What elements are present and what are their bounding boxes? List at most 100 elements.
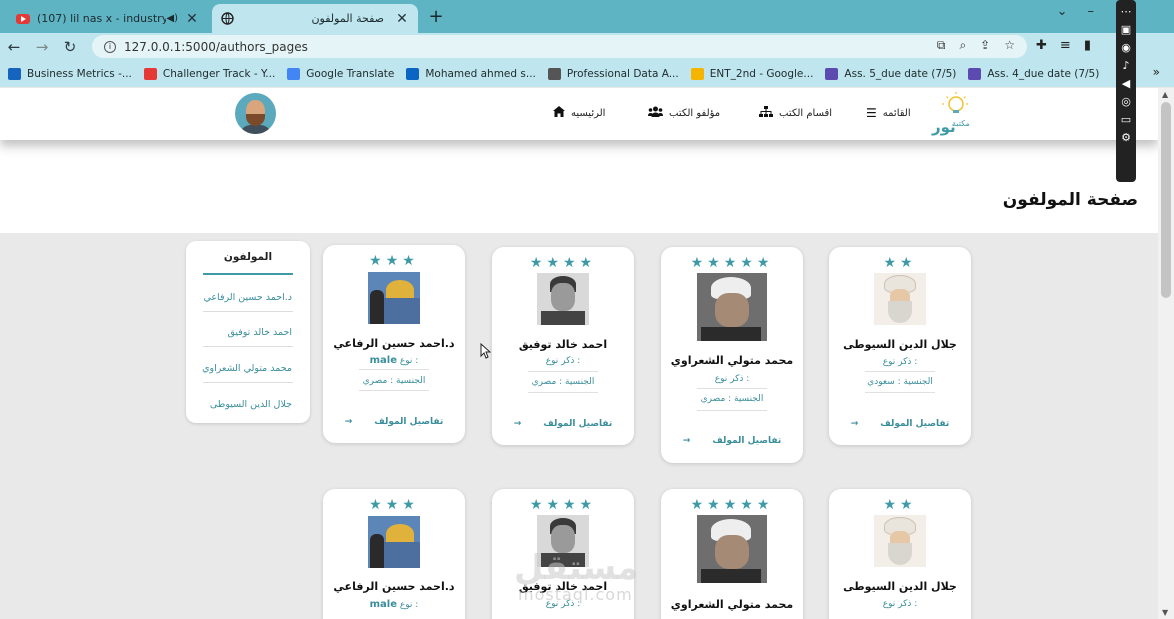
bookmark-item[interactable]: Ass. 5_due date (7/5)	[825, 68, 956, 80]
tab-title: صفحة المولفون	[311, 12, 384, 25]
bars-icon: ☰	[866, 106, 877, 120]
sidebar-underline	[203, 273, 293, 275]
author-details-link[interactable]: → تفاصيل المولف	[829, 419, 971, 429]
address-bar[interactable]: i 127.0.0.1:5000/authors_pages ⧉ ⌕ ⇪ ☆	[92, 35, 1027, 58]
new-tab-button[interactable]: +	[424, 6, 448, 27]
nav-menu[interactable]: ☰ القائمه	[866, 106, 911, 120]
card-divider	[697, 388, 767, 389]
more-icon[interactable]: ⋯	[1120, 6, 1132, 18]
back-icon[interactable]: ←	[0, 38, 28, 56]
author-card[interactable]: ★★★ د.احمد حسين الرفاعي male نوع : الجنس…	[323, 245, 465, 443]
author-name: احمد خالد توفيق	[518, 338, 608, 351]
author-nationality: الجنسية : مصري	[531, 377, 595, 387]
rating-stars: ★★★★	[529, 497, 597, 513]
record-icon[interactable]: ◉	[1120, 42, 1132, 54]
author-photo	[697, 515, 767, 583]
screen-recorder-toolbar: ⋯ ▣ ◉ ♪ ◀ ◎ ▭ ⚙	[1116, 0, 1136, 182]
sidebar-item-shaarawi[interactable]: محمد متولي الشعراوي	[202, 363, 292, 374]
webcam-icon[interactable]: ◎	[1120, 96, 1132, 108]
author-card[interactable]: ★★★★ احمد خالد توفيق ذكر نوع : الجنسية :…	[492, 247, 634, 445]
bookmarks-overflow-icon[interactable]: »	[1153, 65, 1160, 79]
sitemap-icon	[759, 106, 773, 121]
author-card[interactable]: ★★★★★ محمد متولي الشعراوي	[661, 489, 803, 619]
rating-stars: ★★★	[369, 253, 419, 269]
bookmark-item[interactable]: Mohamed ahmed s...	[406, 68, 536, 80]
nav-authors[interactable]: مؤلفو الكتب	[648, 106, 720, 120]
page-title-area: صفحة المولفون	[0, 140, 1158, 233]
gear-icon[interactable]: ⚙	[1120, 132, 1132, 144]
author-type: ذكر نوع :	[545, 356, 581, 366]
rating-stars: ★★★★★	[690, 255, 774, 271]
author-card[interactable]: ★★★ د.احمد حسين الرفاعي male نوع :	[323, 489, 465, 619]
bookmark-item[interactable]: Challenger Track - Y...	[143, 68, 275, 80]
sidebar-item-suyuti[interactable]: جلال الدين السيوطى	[210, 399, 292, 410]
sidebar-item-tawfik[interactable]: احمد خالد توفيق	[227, 327, 292, 338]
forward-icon[interactable]: →	[28, 38, 56, 56]
translate-icon[interactable]: ⧉	[937, 38, 946, 53]
share-icon[interactable]: ⇪	[980, 38, 990, 53]
sidebar-item-rifai[interactable]: د.احمد حسين الرفاعي	[203, 292, 292, 303]
bookmark-item[interactable]: ENT_2nd - Google...	[690, 68, 813, 80]
author-nationality: الجنسية : سعودي	[867, 377, 933, 387]
author-card[interactable]: ★★ جلال الدين السيوطى ذكر نوع :	[829, 489, 971, 619]
globe-icon	[220, 12, 234, 26]
scroll-down-icon[interactable]: ▼	[1162, 608, 1168, 617]
bookmark-item[interactable]: Google Translate	[287, 68, 394, 80]
extensions-area: ✚ ≡ ▮	[1036, 38, 1091, 53]
author-name: د.احمد حسين الرفاعي	[333, 580, 455, 593]
mouse-cursor-icon	[480, 343, 491, 359]
author-card[interactable]: ★★★★★ محمد متولي الشعراوي ذكر نوع : الجن…	[661, 247, 803, 463]
omnibox-actions: ⧉ ⌕ ⇪ ☆	[937, 38, 1015, 53]
card-divider	[528, 392, 598, 393]
card-divider	[359, 390, 429, 391]
rating-stars: ★★★	[369, 497, 419, 513]
scroll-up-icon[interactable]: ▲	[1162, 90, 1168, 99]
page-scrollbar[interactable]: ▲ ▼	[1158, 88, 1174, 619]
tab-search-icon[interactable]: ⌄	[1057, 4, 1068, 19]
sidebar-divider	[203, 382, 293, 383]
browser-toolbar: ← → ↻ i 127.0.0.1:5000/authors_pages ⧉ ⌕…	[0, 33, 1174, 61]
microphone-icon[interactable]: ♪	[1120, 60, 1132, 72]
camera-icon[interactable]: ▣	[1120, 24, 1132, 36]
puzzle-icon[interactable]: ✚	[1036, 38, 1047, 53]
form-icon	[968, 68, 982, 80]
scrollbar-thumb[interactable]	[1161, 102, 1171, 298]
author-details-link[interactable]: → تفاصيل المولف	[661, 436, 803, 446]
rating-stars: ★★	[883, 497, 917, 513]
nav-categories[interactable]: اقسام الكتب	[759, 106, 832, 121]
author-nationality: الجنسية : مصري	[700, 394, 764, 404]
watermark-url: mostaql.com	[518, 585, 633, 604]
window-icon[interactable]: ▭	[1120, 114, 1132, 126]
close-tab-icon[interactable]: ✕	[394, 11, 410, 27]
home-icon	[553, 106, 565, 120]
speaker-icon[interactable]: ◀)	[166, 13, 178, 24]
bookmark-item[interactable]: Business Metrics -...	[8, 68, 132, 80]
bookmark-star-icon[interactable]: ☆	[1004, 38, 1015, 53]
site-info-icon[interactable]: i	[104, 40, 116, 53]
tab-authors-page[interactable]: صفحة المولفون ✕	[212, 4, 418, 33]
minimize-icon[interactable]: –	[1088, 4, 1095, 19]
author-type: ذكر نوع :	[714, 374, 750, 384]
nav-home[interactable]: الرئيسيه	[553, 106, 605, 120]
author-details-link[interactable]: → تفاصيل المولف	[492, 419, 634, 429]
tab-youtube[interactable]: (107) lil nas x - industry bab ◀) ✕	[8, 4, 208, 33]
site-header: الرئيسيه مؤلفو الكتب اقسام الكتب ☰ القائ…	[0, 88, 1158, 140]
avatar[interactable]	[235, 93, 276, 134]
volume-icon[interactable]: ◀	[1120, 78, 1132, 90]
authors-sidebar: المولفون د.احمد حسين الرفاعي احمد خالد ت…	[186, 241, 310, 423]
page-title: صفحة المولفون	[1002, 190, 1138, 210]
site-logo[interactable]: نور مكتبة	[928, 92, 976, 136]
bookmark-item[interactable]: Professional Data A...	[547, 68, 679, 80]
author-card[interactable]: ★★ جلال الدين السيوطى ذكر نوع : الجنسية …	[829, 247, 971, 445]
tab-strip: (107) lil nas x - industry bab ◀) ✕ صفحة…	[0, 0, 1174, 33]
bookmark-item[interactable]: Ass. 4_due date (7/5)	[968, 68, 1099, 80]
reload-icon[interactable]: ↻	[56, 38, 84, 56]
zoom-icon[interactable]: ⌕	[959, 38, 966, 53]
media-icon[interactable]: ≡	[1060, 38, 1071, 53]
arrow-right-icon: →	[850, 419, 859, 429]
author-details-link[interactable]: → تفاصيل المولف	[323, 417, 465, 427]
sidepanel-icon[interactable]: ▮	[1084, 38, 1091, 53]
close-tab-icon[interactable]: ✕	[184, 11, 200, 27]
author-name: جلال الدين السيوطى	[843, 580, 957, 593]
author-type: ذكر نوع :	[882, 599, 918, 609]
